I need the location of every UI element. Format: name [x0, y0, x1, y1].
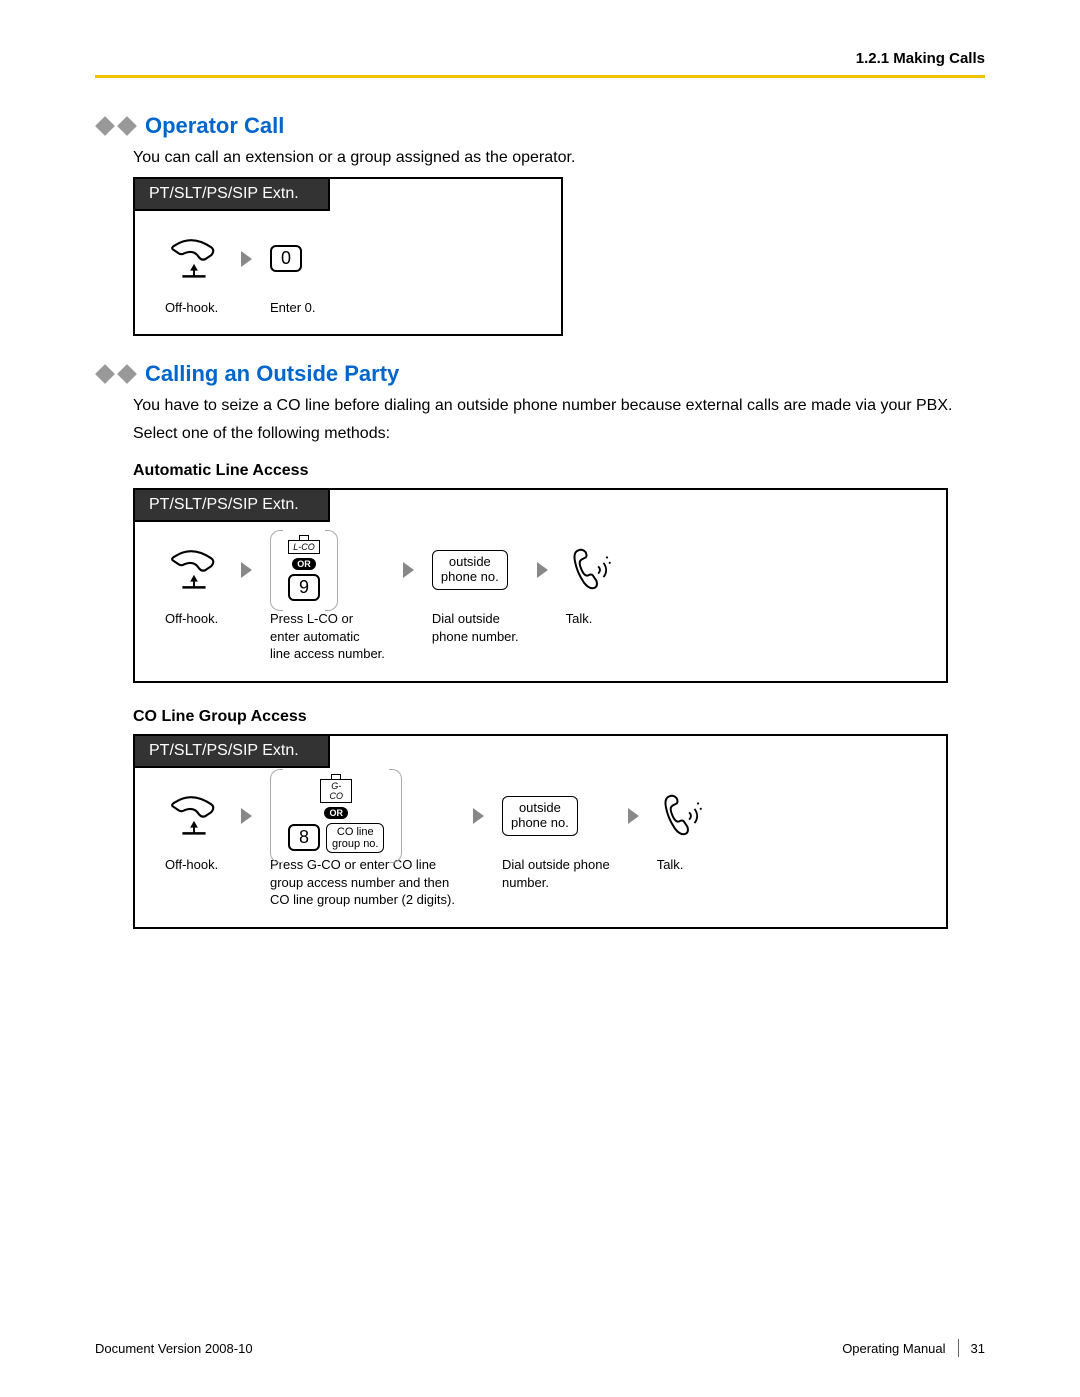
offhook-icon [165, 232, 223, 286]
phone-no-box: outside phone no. [432, 550, 508, 590]
step-caption: Talk. [657, 856, 684, 874]
heading-text: Operator Call [145, 113, 284, 139]
offhook-icon [165, 543, 223, 597]
section-heading-operator: Operator Call [95, 113, 985, 139]
keycap-0: 0 [270, 245, 302, 272]
step-dial-outside: outside phone no. Dial outside phone num… [502, 786, 610, 891]
arrow-icon [385, 540, 432, 600]
step-caption: Press G-CO or enter CO line group access… [270, 856, 455, 909]
step-caption: Dial outside phone number. [502, 856, 610, 891]
step-caption: Dial outside phone number. [432, 610, 519, 645]
footer-divider [958, 1339, 959, 1357]
arrow-icon [223, 229, 270, 289]
gco-button-icon: G-CO [320, 779, 352, 803]
section-heading-outside: Calling an Outside Party [95, 361, 985, 387]
lco-button-icon: L-CO [288, 540, 320, 554]
talk-icon [566, 543, 616, 597]
arrow-icon [455, 786, 502, 846]
cogroup-procedure-box: PT/SLT/PS/SIP Extn. Off-hook. [133, 734, 948, 929]
outside-intro1: You have to seize a CO line before diali… [133, 395, 985, 417]
step-gco-or-8: G-CO OR 8 CO line group no. Press G-CO o… [270, 786, 455, 909]
or-pill: OR [292, 558, 316, 570]
step-offhook: Off-hook. [165, 229, 223, 317]
subheading-auto: Automatic Line Access [133, 462, 985, 480]
step-caption: Off-hook. [165, 856, 218, 874]
outside-intro2: Select one of the following methods: [133, 423, 985, 445]
or-pill: OR [324, 807, 348, 819]
arrow-icon [223, 540, 270, 600]
diamond-bullet-icon [95, 364, 137, 384]
option-bracket: G-CO OR 8 CO line group no. [270, 773, 402, 859]
operator-procedure-box: PT/SLT/PS/SIP Extn. Off-hook. 0 [133, 177, 563, 337]
step-offhook: Off-hook. [165, 786, 223, 874]
tab-extn: PT/SLT/PS/SIP Extn. [135, 179, 330, 211]
step-enter-0: 0 Enter 0. [270, 229, 316, 317]
diamond-bullet-icon [95, 116, 137, 136]
step-caption: Off-hook. [165, 610, 218, 628]
step-caption: Talk. [566, 610, 593, 628]
step-caption: Enter 0. [270, 299, 316, 317]
heading-text: Calling an Outside Party [145, 361, 399, 387]
tab-extn: PT/SLT/PS/SIP Extn. [135, 490, 330, 522]
step-talk: Talk. [657, 786, 707, 874]
keycap-9: 9 [288, 574, 320, 601]
step-caption: Press L-CO or enter automatic line acces… [270, 610, 385, 663]
talk-icon [657, 789, 707, 843]
step-lco-or-9: L-CO OR 9 Press L-CO or enter automatic … [270, 540, 385, 663]
step-dial-outside: outside phone no. Dial outside phone num… [432, 540, 519, 645]
page-header: 1.2.1 Making Calls [95, 50, 985, 75]
auto-procedure-box: PT/SLT/PS/SIP Extn. Off-hook. [133, 488, 948, 683]
phone-no-box: outside phone no. [502, 796, 578, 836]
subheading-cogroup: CO Line Group Access [133, 708, 985, 726]
header-rule [95, 75, 985, 78]
doc-version: Document Version 2008-10 [95, 1341, 253, 1356]
page-footer: Document Version 2008-10 Operating Manua… [95, 1339, 985, 1357]
step-talk: Talk. [566, 540, 616, 628]
option-bracket: L-CO OR 9 [270, 534, 338, 607]
arrow-icon [610, 786, 657, 846]
step-caption: Off-hook. [165, 299, 218, 317]
operator-intro: You can call an extension or a group ass… [133, 147, 985, 169]
group-no-box: CO line group no. [326, 823, 384, 853]
tab-extn: PT/SLT/PS/SIP Extn. [135, 736, 330, 768]
offhook-icon [165, 789, 223, 843]
manual-label: Operating Manual [842, 1341, 945, 1356]
breadcrumb: 1.2.1 Making Calls [856, 50, 985, 67]
keycap-8: 8 [288, 824, 320, 851]
arrow-icon [223, 786, 270, 846]
step-offhook: Off-hook. [165, 540, 223, 628]
arrow-icon [519, 540, 566, 600]
page-number: 31 [971, 1341, 985, 1356]
